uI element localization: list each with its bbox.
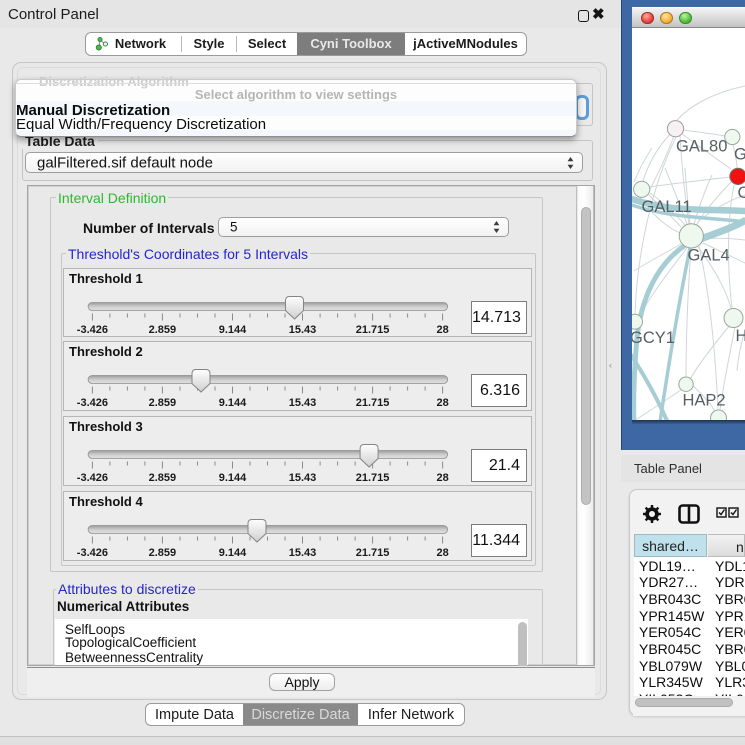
svg-text:21.715: 21.715: [356, 397, 390, 409]
svg-text:28: 28: [436, 547, 448, 559]
svg-text:2.859: 2.859: [149, 324, 177, 336]
svg-text:15.43: 15.43: [289, 397, 317, 409]
svg-text:2.859: 2.859: [149, 472, 177, 484]
svg-text:15.43: 15.43: [289, 324, 317, 336]
svg-text:GAL80: GAL80: [676, 138, 727, 156]
svg-text:GAL11: GAL11: [642, 198, 692, 216]
svg-text:2.859: 2.859: [149, 547, 177, 559]
svg-text:2.859: 2.859: [149, 397, 177, 409]
svg-text:HAP2: HAP2: [683, 392, 726, 410]
svg-text:-3.426: -3.426: [77, 397, 108, 409]
svg-text:C: C: [738, 184, 745, 202]
svg-text:21.715: 21.715: [356, 472, 390, 484]
svg-text:9.144: 9.144: [219, 547, 247, 559]
svg-text:GA: GA: [734, 146, 745, 164]
svg-text:15.43: 15.43: [289, 472, 317, 484]
svg-text:21.715: 21.715: [356, 547, 390, 559]
svg-text:28: 28: [436, 472, 448, 484]
svg-text:-3.426: -3.426: [77, 472, 108, 484]
svg-text:21.715: 21.715: [356, 324, 390, 336]
svg-text:9.144: 9.144: [219, 472, 247, 484]
svg-text:9.144: 9.144: [219, 397, 247, 409]
svg-text:9.144: 9.144: [219, 324, 247, 336]
svg-text:GAL4: GAL4: [688, 247, 730, 265]
svg-text:-3.426: -3.426: [77, 324, 108, 336]
svg-text:-3.426: -3.426: [77, 547, 108, 559]
svg-text:28: 28: [436, 324, 448, 336]
svg-text:15.43: 15.43: [289, 547, 317, 559]
svg-text:H: H: [736, 327, 745, 345]
svg-text:GCY1: GCY1: [632, 329, 675, 347]
svg-text:28: 28: [436, 397, 448, 409]
